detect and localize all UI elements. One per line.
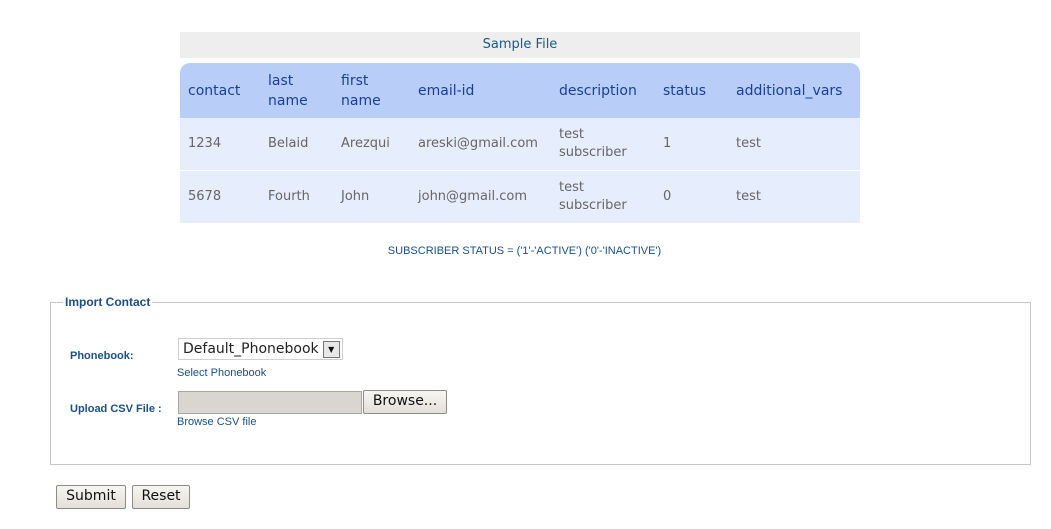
phonebook-select[interactable]: Default_Phonebook ▼ (178, 338, 343, 360)
table-row: 5678 Fourth John john@gmail.com test sub… (180, 170, 860, 223)
submit-button[interactable]: Submit (56, 485, 126, 509)
column-header-last-name-line1: last (268, 72, 294, 89)
csv-file-hint: Browse CSV file (177, 416, 257, 428)
import-contact-legend: Import Contact (63, 295, 153, 309)
column-header-last-name: last name (260, 63, 333, 118)
table-header-row: contact last name first name email-id de… (180, 63, 860, 118)
cell-description: test subscriber (551, 170, 655, 223)
cell-additional-vars: test (728, 170, 860, 223)
column-header-first-name-line1: first (341, 72, 369, 89)
csv-file-label: Upload CSV File : (70, 403, 162, 415)
phonebook-hint: Select Phonebook (177, 367, 267, 379)
cell-description: test subscriber (551, 118, 655, 171)
cell-contact: 1234 (180, 118, 260, 171)
column-header-last-name-line2: name (268, 92, 308, 109)
table-row: 1234 Belaid Arezqui areski@gmail.com tes… (180, 118, 860, 171)
column-header-first-name: first name (333, 63, 410, 118)
browse-button[interactable]: Browse... (363, 390, 447, 414)
cell-status: 1 (655, 118, 728, 171)
chevron-down-icon[interactable]: ▼ (322, 340, 340, 358)
cell-last-name: Belaid (260, 118, 333, 171)
cell-email: john@gmail.com (410, 170, 551, 223)
page: Sample File contact last name first name… (0, 0, 1051, 529)
cell-description-line2: subscriber (559, 198, 627, 213)
subscriber-status-text: SUBSCRIBER STATUS = ('1'-'ACTIVE') ('0'-… (387, 245, 662, 257)
column-header-status: status (663, 82, 707, 99)
cell-contact: 5678 (180, 170, 260, 223)
cell-first-name: John (333, 170, 410, 223)
column-header-email: email-id (418, 82, 475, 99)
column-header-first-name-line2: name (341, 92, 381, 109)
cell-status: 0 (655, 170, 728, 223)
sample-table: contact last name first name email-id de… (180, 63, 860, 223)
phonebook-selected-value: Default_Phonebook (183, 341, 319, 357)
import-contact-fieldset: Import Contact Phonebook: Default_Phoneb… (50, 295, 1031, 465)
cell-email: areski@gmail.com (410, 118, 551, 171)
column-header-additional-vars: additional_vars (736, 82, 843, 99)
subscriber-status-note: SUBSCRIBER STATUS = ('1'-'ACTIVE') ('0'-… (0, 245, 1051, 257)
column-header-contact: contact (188, 82, 241, 99)
cell-first-name: Arezqui (333, 118, 410, 171)
reset-button[interactable]: Reset (132, 485, 190, 509)
cell-description-line1: test (559, 127, 584, 142)
cell-last-name: Fourth (260, 170, 333, 223)
phonebook-label: Phonebook: (70, 350, 134, 362)
cell-description-line2: subscriber (559, 145, 627, 160)
cell-additional-vars: test (728, 118, 860, 171)
csv-file-input[interactable] (178, 391, 362, 414)
column-header-description: description (559, 82, 637, 99)
cell-description-line1: test (559, 180, 584, 195)
sample-file-header: Sample File (180, 32, 860, 58)
